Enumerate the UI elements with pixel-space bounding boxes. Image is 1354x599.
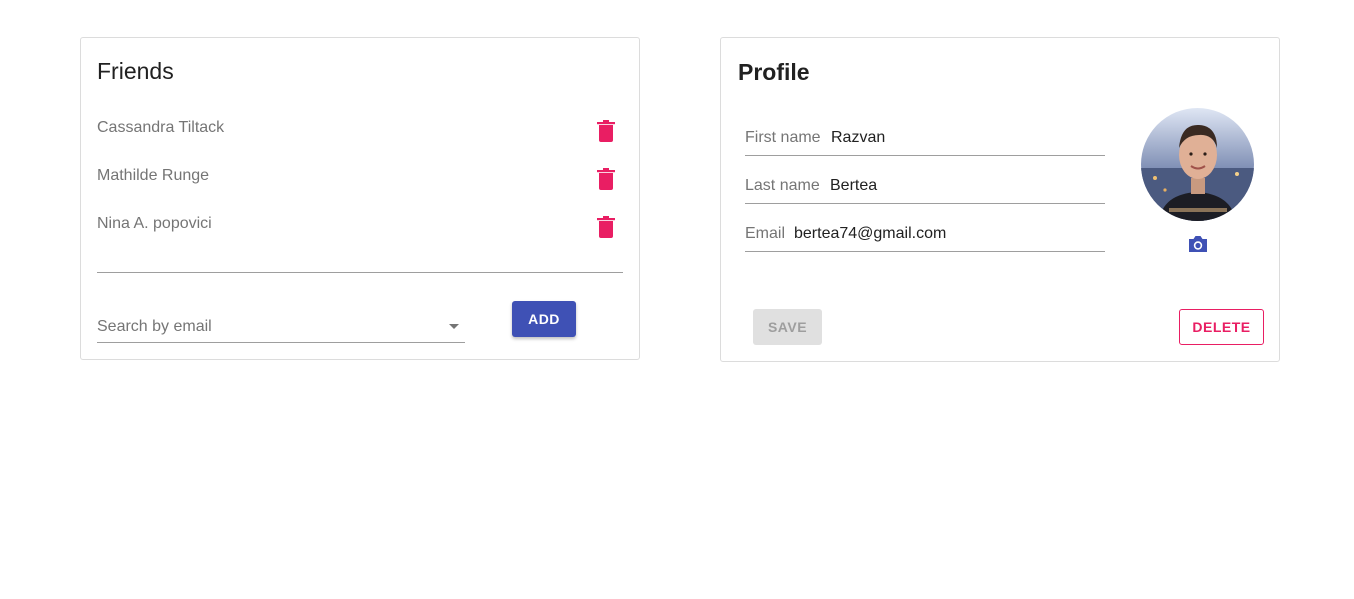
profile-card: Profile First name Razvan Last name Bert… (720, 37, 1280, 362)
last-name-value[interactable]: Bertea (830, 177, 877, 195)
add-friend-button[interactable]: ADD (512, 301, 576, 337)
chevron-down-icon[interactable] (449, 324, 459, 329)
first-name-value[interactable]: Razvan (831, 129, 885, 147)
friend-list-item: Nina A. popovici (97, 215, 617, 245)
last-name-label: Last name (745, 177, 820, 194)
email-field[interactable]: Email bertea74@gmail.com (745, 224, 1105, 252)
friend-name: Cassandra Tiltack (97, 119, 225, 136)
trash-icon[interactable] (595, 167, 617, 191)
friends-card: Friends Cassandra Tiltack Mathilde Runge… (80, 37, 640, 360)
first-name-field[interactable]: First name Razvan (745, 128, 1105, 156)
email-label: Email (745, 225, 786, 242)
first-name-label: First name (745, 129, 821, 146)
friend-name: Nina A. popovici (97, 215, 212, 232)
list-divider (97, 272, 623, 273)
friend-name: Mathilde Runge (97, 167, 210, 184)
avatar (1141, 108, 1254, 221)
save-button[interactable]: SAVE (753, 309, 822, 345)
camera-icon[interactable] (1187, 234, 1209, 254)
trash-icon[interactable] (595, 119, 617, 143)
search-input[interactable] (97, 316, 437, 338)
friend-list-item: Cassandra Tiltack (97, 119, 617, 149)
email-value[interactable]: bertea74@gmail.com (794, 225, 946, 243)
search-by-email-select[interactable] (97, 316, 465, 343)
friend-list-item: Mathilde Runge (97, 167, 617, 197)
last-name-field[interactable]: Last name Bertea (745, 176, 1105, 204)
profile-title: Profile (738, 59, 810, 85)
delete-button[interactable]: DELETE (1179, 309, 1264, 345)
friends-title: Friends (97, 58, 174, 84)
trash-icon[interactable] (595, 215, 617, 239)
